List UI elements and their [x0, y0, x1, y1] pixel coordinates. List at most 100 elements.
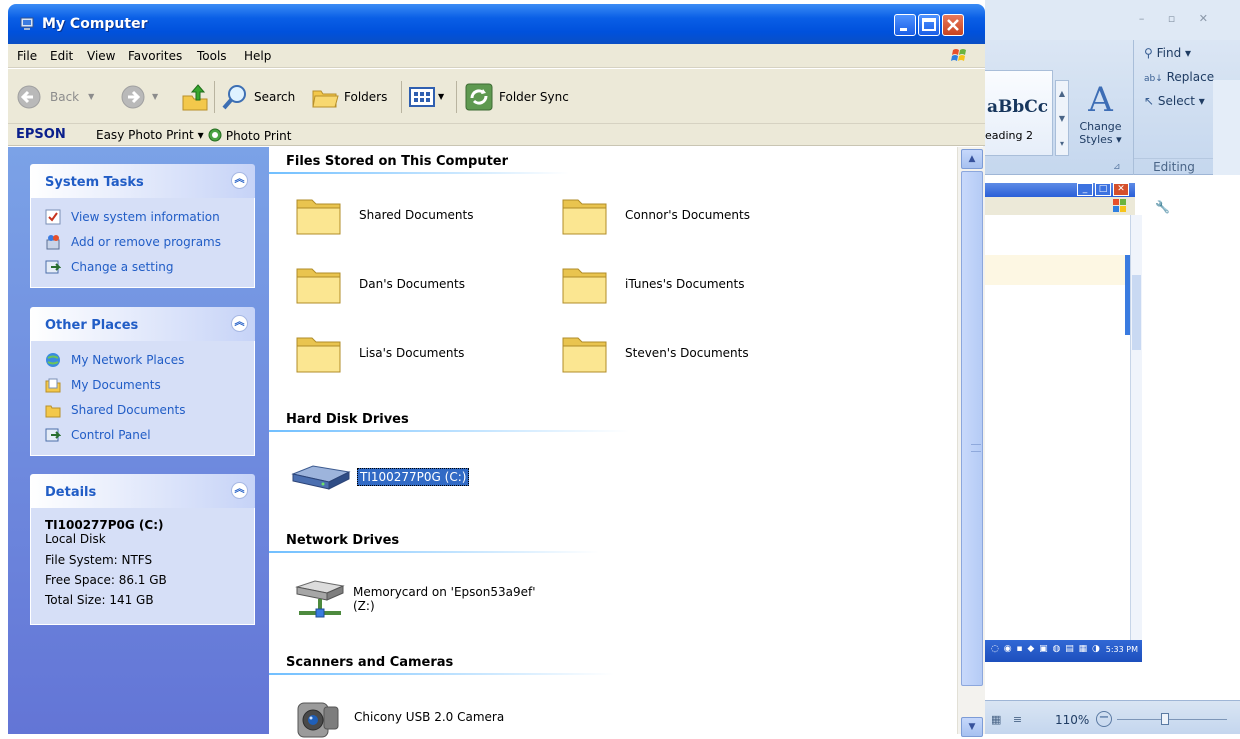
system-tasks-header[interactable]: System Tasks ︽	[30, 164, 255, 198]
styles-dialog-launcher-icon[interactable]: ⊿	[1113, 162, 1121, 172]
change-styles-icon: A	[1088, 80, 1113, 120]
menu-favorites[interactable]: Favorites	[128, 49, 182, 63]
window-titlebar[interactable]: My Computer	[8, 4, 985, 44]
folder-icon	[562, 268, 607, 304]
place-shared-documents[interactable]: Shared Documents	[31, 397, 254, 422]
search-icon	[222, 84, 246, 109]
forward-button[interactable]: ▼	[120, 69, 158, 124]
folder-item[interactable]: Lisa's Documents	[294, 330, 464, 376]
back-arrow-icon	[17, 85, 41, 108]
gallery-more-icon[interactable]: ▾	[1056, 131, 1068, 156]
word-window-controls[interactable]: – ▫ ✕	[1139, 12, 1218, 25]
other-places-header[interactable]: Other Places ︽	[30, 307, 255, 341]
menu-edit[interactable]: Edit	[50, 49, 73, 63]
select-button[interactable]: ↖ Select ▾	[1144, 94, 1205, 108]
folder-icon	[296, 268, 341, 304]
change-styles-label-1: Change	[1079, 120, 1122, 133]
find-button[interactable]: ⚲ Find ▾	[1144, 46, 1191, 60]
details-total-size: Total Size: 141 GB	[45, 593, 154, 607]
details-free-space: Free Space: 86.1 GB	[45, 573, 167, 587]
camera-item[interactable]: Chicony USB 2.0 Camera	[294, 695, 504, 739]
menu-help[interactable]: Help	[244, 49, 271, 63]
word-style-gallery-scroll[interactable]: ▲ ▼ ▾	[1055, 80, 1069, 156]
back-button[interactable]: Back ▼	[16, 69, 94, 124]
up-button[interactable]	[180, 69, 210, 124]
folder-sync-icon	[465, 83, 493, 110]
zoom-out-icon[interactable]: −	[1096, 711, 1112, 727]
details-header[interactable]: Details ︽	[30, 474, 255, 508]
task-pane: System Tasks ︽ View system information A…	[8, 147, 269, 734]
minimize-button[interactable]	[894, 14, 916, 36]
inner-window-menubar	[985, 197, 1135, 215]
easy-photo-print-button[interactable]: Easy Photo Print ▾	[96, 128, 204, 142]
task-view-system-information[interactable]: View system information	[31, 204, 254, 229]
scroll-thumb[interactable]	[961, 171, 983, 686]
details-panel: Details ︽ TI100277P0G (C:) Local Disk Fi…	[30, 474, 255, 625]
scroll-up-arrow-icon[interactable]: ▲	[961, 149, 983, 169]
details-drive-name: TI100277P0G (C:)	[45, 518, 164, 532]
place-my-documents[interactable]: My Documents	[31, 372, 254, 397]
vertical-scrollbar[interactable]: ▲ ▼	[957, 147, 985, 737]
standard-toolbar: Back ▼ ▼ Search Folders ▼ Folder Sync	[8, 69, 985, 124]
inner-scroll-thumb[interactable]	[1132, 275, 1141, 350]
zoom-slider-knob[interactable]	[1161, 713, 1169, 725]
other-places-title: Other Places	[45, 318, 139, 333]
view-buttons[interactable]: ▦ ≡	[991, 713, 1026, 726]
views-button[interactable]: ▼	[408, 69, 444, 124]
scroll-down-arrow-icon[interactable]: ▼	[961, 717, 983, 737]
replace-button[interactable]: ab↓ Replace	[1144, 70, 1214, 84]
forward-arrow-icon	[121, 85, 145, 108]
wrench-icon[interactable]: 🔧	[1155, 200, 1170, 214]
maximize-icon	[922, 18, 936, 31]
inner-window-controls[interactable]: _ □ ✕	[1077, 183, 1132, 197]
word-status-bar: ▦ ≡ 110% −	[985, 700, 1240, 734]
views-icon	[409, 86, 435, 107]
folder-item[interactable]: Dan's Documents	[294, 261, 465, 307]
inner-maximize-icon[interactable]: □	[1095, 183, 1111, 196]
task-add-remove-programs[interactable]: Add or remove programs	[31, 229, 254, 254]
zoom-slider[interactable]	[1117, 719, 1227, 720]
inner-close-icon[interactable]: ✕	[1113, 183, 1129, 196]
word-style-gallery[interactable]: aBbCc eading 2	[983, 70, 1053, 156]
collapse-chevron-icon[interactable]: ︽	[231, 482, 248, 499]
section-header-files: Files Stored on This Computer	[286, 154, 509, 169]
close-button[interactable]	[942, 14, 964, 36]
change-styles-label-2: Styles ▾	[1079, 133, 1122, 146]
collapse-chevron-icon[interactable]: ︽	[231, 172, 248, 189]
gallery-down-icon[interactable]: ▼	[1056, 106, 1068, 131]
folder-item[interactable]: Connor's Documents	[560, 192, 750, 238]
collapse-chevron-icon[interactable]: ︽	[231, 315, 248, 332]
menu-bar: File Edit View Favorites Tools Help	[8, 44, 985, 68]
word-ribbon: aBbCc eading 2 ▲ ▼ ▾ A Change Styles ▾ ⊿…	[983, 40, 1240, 215]
inner-scrollbar[interactable]	[1130, 215, 1142, 640]
gallery-up-icon[interactable]: ▲	[1056, 81, 1068, 106]
system-tray-icons[interactable]: ◌ ◉ ▪ ◆ ▣ ◍ ▤ ▦ ◑	[991, 644, 1101, 654]
inner-minimize-icon[interactable]: _	[1077, 183, 1093, 196]
task-change-a-setting[interactable]: Change a setting	[31, 254, 254, 279]
place-control-panel[interactable]: Control Panel	[31, 422, 254, 447]
binoculars-icon: ⚲	[1144, 46, 1153, 60]
content-pane: Files Stored on This Computer Shared Doc…	[269, 147, 957, 738]
system-tasks-title: System Tasks	[45, 175, 144, 190]
section-divider	[269, 430, 629, 432]
network-drive-item[interactable]: Memorycard on 'Epson53a9ef' (Z:)	[291, 577, 536, 623]
folders-button[interactable]: Folders	[310, 69, 387, 124]
zoom-level[interactable]: 110%	[1055, 713, 1089, 727]
menu-file[interactable]: File	[17, 49, 37, 63]
photo-print-button[interactable]: Photo Print	[208, 128, 291, 143]
folder-item[interactable]: iTunes's Documents	[560, 261, 744, 307]
folder-item[interactable]: Shared Documents	[294, 192, 473, 238]
menu-view[interactable]: View	[87, 49, 115, 63]
inner-taskbar: ◌ ◉ ▪ ◆ ▣ ◍ ▤ ▦ ◑ 5:33 PM	[985, 640, 1142, 662]
computer-icon	[20, 17, 34, 30]
menu-tools[interactable]: Tools	[197, 49, 227, 63]
search-button[interactable]: Search	[220, 69, 295, 124]
taskbar-clock: 5:33 PM	[1105, 645, 1138, 654]
folder-sync-button[interactable]: Folder Sync	[464, 69, 569, 124]
maximize-button[interactable]	[918, 14, 940, 36]
drive-item[interactable]: TI100277P0G (C:)	[289, 462, 470, 492]
scroll-grip	[971, 444, 981, 452]
details-file-system: File System: NTFS	[45, 553, 153, 567]
place-my-network-places[interactable]: My Network Places	[31, 347, 254, 372]
folder-item[interactable]: Steven's Documents	[560, 330, 749, 376]
